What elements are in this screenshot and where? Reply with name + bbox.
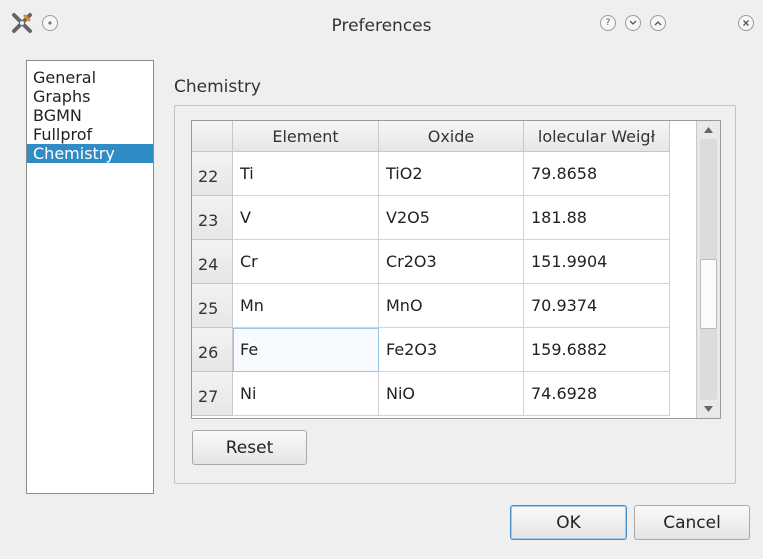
group-title: Chemistry — [174, 77, 261, 97]
oxide-cell[interactable]: V2O5 — [379, 196, 524, 240]
row-number[interactable]: 26 — [192, 328, 233, 372]
element-cell[interactable]: V — [233, 196, 379, 240]
row-number[interactable]: 22 — [192, 152, 233, 196]
oxide-cell[interactable]: NiO — [379, 372, 524, 416]
molecular-weight-cell[interactable]: 151.9904 — [524, 240, 670, 284]
row-number[interactable]: 25 — [192, 284, 233, 328]
cancel-button[interactable]: Cancel — [634, 505, 750, 540]
help-icon[interactable]: ? — [600, 15, 616, 31]
minimize-icon[interactable] — [625, 15, 641, 31]
scroll-up-icon[interactable] — [697, 121, 720, 139]
oxide-cell[interactable]: Cr2O3 — [379, 240, 524, 284]
category-items: General Graphs BGMN Fullprof Chemistry — [27, 61, 153, 163]
window-title: Preferences — [331, 16, 432, 36]
element-cell[interactable]: Mn — [233, 284, 379, 328]
column-header-element[interactable]: Element — [233, 121, 379, 152]
sidebar-item-bgmn[interactable]: BGMN — [27, 106, 153, 125]
table-row: 24 Cr Cr2O3 151.9904 — [192, 240, 670, 284]
molecular-weight-cell[interactable]: 159.6882 — [524, 328, 670, 372]
vertical-scrollbar[interactable] — [696, 121, 720, 418]
chemistry-table[interactable]: Element Oxide lolecular Weigł 22 Ti TiO2… — [191, 120, 721, 419]
category-list[interactable]: General Graphs BGMN Fullprof Chemistry — [26, 60, 154, 494]
scroll-down-icon[interactable] — [697, 400, 720, 418]
row-number[interactable]: 23 — [192, 196, 233, 240]
oxide-cell[interactable]: MnO — [379, 284, 524, 328]
table-empty-area — [670, 121, 696, 418]
element-cell[interactable]: Ti — [233, 152, 379, 196]
column-header-oxide[interactable]: Oxide — [379, 121, 524, 152]
row-number[interactable]: 24 — [192, 240, 233, 284]
element-cell[interactable]: Ni — [233, 372, 379, 416]
molecular-weight-cell[interactable]: 74.6928 — [524, 372, 670, 416]
table-row: 25 Mn MnO 70.9374 — [192, 284, 670, 328]
column-header-molecular-weight[interactable]: lolecular Weigł — [524, 121, 670, 152]
close-icon[interactable] — [738, 15, 754, 31]
oxide-cell[interactable]: TiO2 — [379, 152, 524, 196]
element-cell[interactable]: Fe — [233, 328, 379, 372]
molecular-weight-cell[interactable]: 70.9374 — [524, 284, 670, 328]
corner-header[interactable] — [192, 121, 233, 152]
reset-button[interactable]: Reset — [192, 430, 307, 465]
oxide-cell[interactable]: Fe2O3 — [379, 328, 524, 372]
molecular-weight-cell[interactable]: 181.88 — [524, 196, 670, 240]
scrollbar-thumb[interactable] — [700, 259, 717, 329]
table-row: 26 Fe Fe2O3 159.6882 — [192, 328, 670, 372]
table-header: Element Oxide lolecular Weigł — [192, 121, 670, 152]
element-cell[interactable]: Cr — [233, 240, 379, 284]
sidebar-item-graphs[interactable]: Graphs — [27, 87, 153, 106]
row-number[interactable]: 27 — [192, 372, 233, 416]
sidebar-item-general[interactable]: General — [27, 68, 153, 87]
maximize-icon[interactable] — [650, 15, 666, 31]
molecular-weight-cell[interactable]: 79.8658 — [524, 152, 670, 196]
table-row: 22 Ti TiO2 79.8658 — [192, 152, 670, 196]
table-row: 27 Ni NiO 74.6928 — [192, 372, 670, 416]
sidebar-item-chemistry[interactable]: Chemistry — [27, 144, 153, 163]
sidebar-item-fullprof[interactable]: Fullprof — [27, 125, 153, 144]
ok-button[interactable]: OK — [510, 505, 627, 540]
table-row: 23 V V2O5 181.88 — [192, 196, 670, 240]
title-bar: Preferences ? — [0, 0, 763, 46]
